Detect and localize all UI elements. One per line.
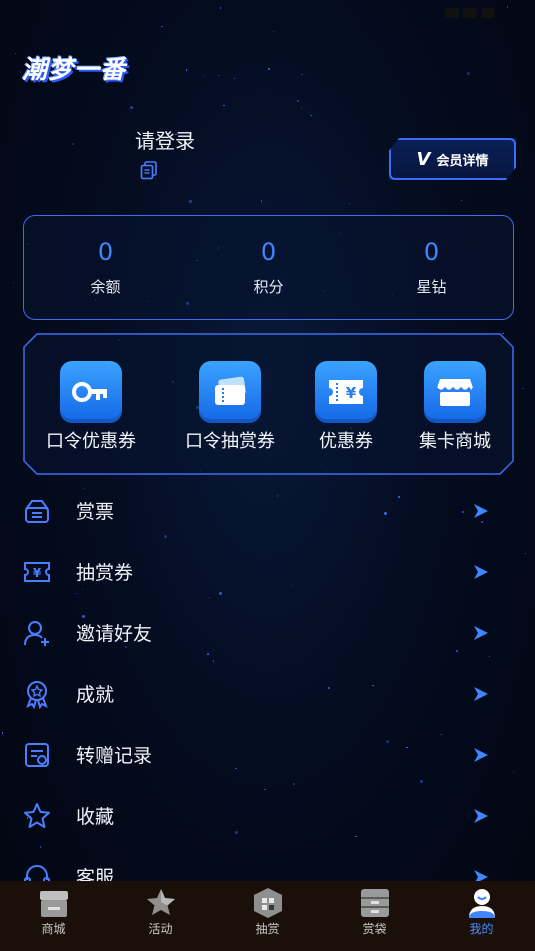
menu-item-reward-ticket[interactable]: 赏票 bbox=[0, 480, 535, 541]
copy-icon[interactable] bbox=[139, 160, 159, 180]
menu-item-draw-coupon[interactable]: ¥ 抽赏券 bbox=[0, 541, 535, 602]
menu-label: 抽赏券 bbox=[76, 562, 134, 584]
menu-label: 成就 bbox=[76, 684, 115, 706]
profile-icon bbox=[468, 889, 495, 918]
chevron-right-icon bbox=[474, 564, 488, 579]
draw-box-icon bbox=[253, 888, 282, 918]
star-dot bbox=[203, 75, 206, 78]
tool-password-draw-coupon[interactable]: 口令抽赏券 bbox=[175, 361, 285, 453]
star-dot bbox=[272, 30, 275, 33]
yen-ticket-icon: ¥ bbox=[315, 361, 377, 423]
star-dot bbox=[522, 387, 524, 390]
vip-details-label: 会员详情 bbox=[436, 153, 489, 169]
menu-list: 赏票 ¥ 抽赏券 邀请好友 成就 转赠记录 收藏 客服 bbox=[0, 480, 535, 907]
menu-label: 邀请好友 bbox=[76, 623, 153, 645]
tab-label: 抽赏 bbox=[255, 922, 280, 936]
stat-label: 余额 bbox=[90, 278, 121, 296]
tab-shop[interactable]: 商城 bbox=[0, 881, 107, 951]
star-dot bbox=[260, 200, 263, 202]
svg-text:¥: ¥ bbox=[33, 566, 42, 580]
stat-value: 0 bbox=[423, 238, 440, 266]
add-user-icon bbox=[24, 620, 49, 646]
tab-label: 商城 bbox=[41, 922, 66, 936]
tab-activity[interactable]: 活动 bbox=[107, 881, 214, 951]
key-icon bbox=[60, 361, 122, 423]
chevron-right-icon bbox=[474, 747, 488, 762]
star-dot bbox=[130, 106, 134, 110]
star-icon bbox=[24, 802, 50, 828]
menu-label: 收藏 bbox=[76, 806, 115, 828]
star-dot bbox=[310, 114, 312, 117]
star-dot bbox=[14, 52, 17, 55]
star-dot bbox=[466, 72, 470, 76]
star-dot bbox=[301, 73, 303, 76]
yen-coupon-icon: ¥ bbox=[24, 561, 50, 582]
menu-item-achievements[interactable]: 成就 bbox=[0, 663, 535, 724]
wallet-stats-card: 0 余额 0 积分 0 星钻 bbox=[23, 215, 514, 320]
app-logo: 潮梦一番 bbox=[22, 55, 127, 84]
star-dot bbox=[185, 69, 188, 71]
star-dot bbox=[72, 143, 74, 145]
chevron-right-icon bbox=[474, 625, 488, 640]
record-icon bbox=[25, 742, 49, 767]
activity-star-icon bbox=[146, 889, 175, 915]
ticket-bag-icon bbox=[25, 499, 49, 523]
stat-value: 0 bbox=[97, 238, 114, 266]
star-dot bbox=[300, 107, 303, 110]
chevron-right-icon bbox=[474, 503, 488, 518]
stat-value: 0 bbox=[260, 238, 277, 266]
stat-label: 积分 bbox=[253, 278, 284, 296]
wifi-icon bbox=[463, 8, 477, 18]
star-dot bbox=[12, 281, 15, 284]
stat-label: 星钻 bbox=[416, 278, 447, 296]
star-dot bbox=[460, 199, 463, 202]
status-bar bbox=[0, 0, 535, 30]
menu-item-gift-records[interactable]: 转赠记录 bbox=[0, 724, 535, 785]
login-prompt[interactable]: 请登录 bbox=[135, 125, 195, 154]
tab-bag[interactable]: 赏袋 bbox=[321, 881, 428, 951]
stat-points[interactable]: 0 积分 bbox=[194, 238, 344, 297]
star-dot bbox=[188, 200, 192, 204]
vip-badge-icon: V bbox=[416, 148, 431, 170]
star-dot bbox=[297, 100, 299, 102]
star-dot bbox=[218, 74, 220, 77]
menu-item-invite-friends[interactable]: 邀请好友 bbox=[0, 602, 535, 663]
star-dot bbox=[223, 104, 225, 107]
shop-icon bbox=[39, 891, 68, 917]
svg-text:¥: ¥ bbox=[346, 384, 357, 402]
tool-label: 优惠券 bbox=[319, 431, 373, 452]
chevron-right-icon bbox=[474, 686, 488, 701]
bottom-tab-bar: 商城 活动 抽赏 赏袋 我的 bbox=[0, 881, 535, 951]
tab-draw[interactable]: 抽赏 bbox=[214, 881, 321, 951]
tool-label: 集卡商城 bbox=[419, 431, 491, 452]
tool-password-coupon[interactable]: 口令优惠券 bbox=[41, 361, 141, 453]
tab-profile[interactable]: 我的 bbox=[428, 881, 535, 951]
tools-card: 口令优惠券 口令抽赏券 ¥ 优惠券 集卡商城 bbox=[23, 333, 514, 475]
star-dot bbox=[348, 202, 350, 205]
tool-label: 口令优惠券 bbox=[46, 431, 136, 452]
stat-balance[interactable]: 0 余额 bbox=[31, 238, 181, 297]
ticket-stack-icon bbox=[199, 361, 261, 423]
stat-star-diamond[interactable]: 0 星钻 bbox=[357, 238, 507, 297]
battery-icon bbox=[481, 8, 495, 18]
star-dot bbox=[233, 77, 236, 80]
status-icons bbox=[445, 8, 495, 18]
menu-label: 赏票 bbox=[76, 501, 115, 523]
menu-label: 转赠记录 bbox=[76, 745, 153, 767]
vip-details-button[interactable]: V 会员详情 bbox=[389, 138, 516, 180]
medal-icon bbox=[26, 680, 48, 709]
tab-label: 活动 bbox=[148, 922, 173, 936]
star-dot bbox=[268, 68, 270, 70]
signal-icon bbox=[445, 8, 459, 18]
tool-card-store[interactable]: 集卡商城 bbox=[407, 361, 503, 453]
chevron-right-icon bbox=[474, 808, 488, 823]
menu-item-favorites[interactable]: 收藏 bbox=[0, 785, 535, 846]
tool-coupon[interactable]: ¥ 优惠券 bbox=[306, 361, 386, 453]
tool-label: 口令抽赏券 bbox=[185, 431, 275, 452]
store-icon bbox=[424, 361, 486, 423]
bag-drawer-icon bbox=[360, 889, 389, 917]
tab-label: 赏袋 bbox=[362, 922, 387, 936]
tab-label: 我的 bbox=[469, 922, 494, 936]
